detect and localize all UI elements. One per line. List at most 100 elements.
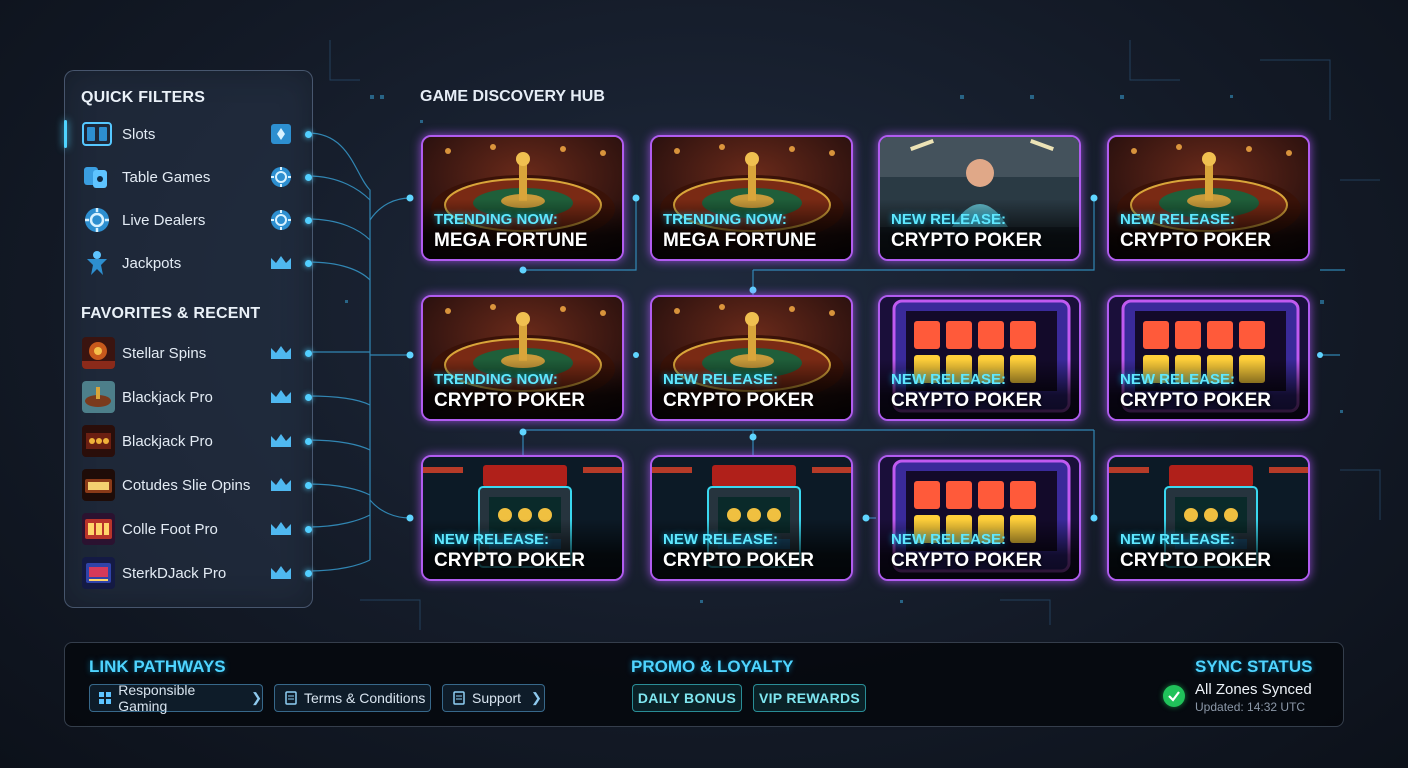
- crown-icon: [269, 517, 293, 541]
- favorite-label: Colle Foot Pro: [122, 520, 218, 538]
- card-suit-icon: [269, 122, 293, 146]
- filter-item-jackpots[interactable]: Jackpots: [65, 245, 313, 281]
- card-tag: NEW RELEASE:: [891, 211, 1007, 228]
- filter-label: Slots: [122, 125, 156, 143]
- sync-updated-text: Updated: 14:32 UTC: [1195, 700, 1306, 714]
- game-card[interactable]: NEW RELEASE: CRYPTO POKER: [1107, 135, 1310, 261]
- connector-dot: [305, 526, 312, 533]
- slot-thumbnail: [82, 513, 115, 545]
- card-tag: NEW RELEASE:: [891, 371, 1007, 388]
- connector-dot: [305, 217, 312, 224]
- card-tag: NEW RELEASE:: [434, 531, 550, 548]
- hub-title: GAME DISCOVERY HUB: [420, 88, 605, 105]
- game-card[interactable]: NEW RELEASE: CRYPTO POKER: [1107, 455, 1310, 581]
- game-card[interactable]: TRENDING NOW: MEGA FORTUNE: [650, 135, 853, 261]
- favorite-item[interactable]: Stellar Spins: [65, 335, 313, 371]
- game-card[interactable]: NEW RELEASE: CRYPTO POKER: [421, 455, 624, 581]
- live-dealer-chip-icon: [82, 206, 112, 234]
- card-game-name: CRYPTO POKER: [1120, 230, 1271, 251]
- card-tag: NEW RELEASE:: [1120, 371, 1236, 388]
- connector-dot: [305, 350, 312, 357]
- link-label: Support: [472, 690, 522, 706]
- chevron-right-icon: ❯: [531, 690, 542, 705]
- sidebar-panel: QUICK FILTERS Slots Table Games Live Dea…: [64, 70, 313, 608]
- filter-item-slots[interactable]: Slots: [64, 116, 313, 152]
- game-card[interactable]: NEW RELEASE: CRYPTO POKER: [878, 135, 1081, 261]
- connector-dot: [305, 438, 312, 445]
- jackpot-figure-icon: [82, 249, 112, 277]
- grid-icon: [99, 691, 112, 705]
- card-tag: NEW RELEASE:: [663, 371, 779, 388]
- game-card[interactable]: NEW RELEASE: CRYPTO POKER: [878, 295, 1081, 421]
- link-label: Terms & Conditions: [304, 690, 426, 706]
- filter-item-live-dealers[interactable]: Live Dealers: [65, 202, 313, 238]
- card-game-name: CRYPTO POKER: [1120, 550, 1271, 571]
- vip-rewards-button[interactable]: VIP REWARDS: [753, 684, 866, 712]
- game-card[interactable]: NEW RELEASE: CRYPTO POKER: [1107, 295, 1310, 421]
- poker-chip-icon: [269, 165, 293, 189]
- game-card[interactable]: NEW RELEASE: CRYPTO POKER: [650, 295, 853, 421]
- crown-icon: [269, 385, 293, 409]
- favorite-label: SterkDJack Pro: [122, 564, 227, 582]
- card-tag: NEW RELEASE:: [663, 531, 779, 548]
- favorite-item[interactable]: Colle Foot Pro: [65, 511, 313, 547]
- link-pathways-heading: LINK PATHWAYS: [89, 657, 226, 676]
- crown-icon: [269, 561, 293, 585]
- card-game-name: CRYPTO POKER: [891, 230, 1042, 251]
- filter-label: Live Dealers: [122, 211, 206, 229]
- favorite-item[interactable]: SterkDJack Pro: [65, 555, 313, 591]
- card-game-name: MEGA FORTUNE: [663, 230, 817, 251]
- favorite-item[interactable]: Blackjack Pro: [65, 379, 313, 415]
- sync-status-heading: SYNC STATUS: [1195, 657, 1313, 676]
- slot-thumbnail: [82, 469, 115, 501]
- connector-dot: [305, 260, 312, 267]
- connector-dot: [305, 482, 312, 489]
- crown-icon: [269, 251, 293, 275]
- filter-item-table-games[interactable]: Table Games: [65, 159, 313, 195]
- card-tag: TRENDING NOW:: [663, 211, 787, 228]
- favorite-label: Cotudes Slie Opins: [122, 476, 251, 494]
- favorite-item[interactable]: Cotudes Slie Opins: [65, 467, 313, 503]
- slot-thumbnail: [82, 557, 115, 589]
- slot-thumbnail: [82, 425, 115, 457]
- favorite-label: Blackjack Pro: [122, 432, 213, 450]
- game-card[interactable]: TRENDING NOW: CRYPTO POKER: [421, 295, 624, 421]
- support-doc-icon: [452, 691, 466, 705]
- game-card[interactable]: NEW RELEASE: CRYPTO POKER: [650, 455, 853, 581]
- card-tag: NEW RELEASE:: [1120, 211, 1236, 228]
- roulette-thumbnail: [82, 381, 115, 413]
- crown-icon: [269, 473, 293, 497]
- card-game-name: CRYPTO POKER: [663, 390, 814, 411]
- crown-icon: [269, 341, 293, 365]
- check-circle-icon: [1163, 685, 1185, 707]
- card-tag: TRENDING NOW:: [434, 371, 558, 388]
- favorite-item[interactable]: Blackjack Pro: [65, 423, 313, 459]
- daily-bonus-button[interactable]: DAILY BONUS: [632, 684, 742, 712]
- favorite-label: Stellar Spins: [122, 344, 207, 362]
- sync-status-text: All Zones Synced: [1195, 681, 1312, 698]
- table-games-icon: [82, 163, 112, 191]
- game-card[interactable]: TRENDING NOW: MEGA FORTUNE: [421, 135, 624, 261]
- card-game-name: MEGA FORTUNE: [434, 230, 588, 251]
- filter-label: Table Games: [122, 168, 211, 186]
- responsible-gaming-link[interactable]: Responsible Gaming ❯: [89, 682, 263, 714]
- favorites-heading: FAVORITES & RECENT: [81, 305, 261, 322]
- promo-loyalty-heading: PROMO & LOYALTY: [631, 657, 794, 676]
- favorite-label: Blackjack Pro: [122, 388, 213, 406]
- crown-icon: [269, 429, 293, 453]
- card-tag: NEW RELEASE:: [891, 531, 1007, 548]
- connector-dot: [305, 131, 312, 138]
- footer-bar: LINK PATHWAYS Responsible Gaming ❯ Terms…: [64, 642, 1344, 727]
- connector-dot: [305, 394, 312, 401]
- terms-conditions-link[interactable]: Terms & Conditions: [274, 684, 431, 712]
- card-game-name: CRYPTO POKER: [434, 550, 585, 571]
- card-game-name: CRYPTO POKER: [891, 550, 1042, 571]
- quick-filters-heading: QUICK FILTERS: [81, 89, 206, 106]
- connector-dot: [305, 174, 312, 181]
- poker-chip-icon: [269, 208, 293, 232]
- support-link[interactable]: Support ❯: [442, 684, 545, 712]
- game-card[interactable]: NEW RELEASE: CRYPTO POKER: [878, 455, 1081, 581]
- card-game-name: CRYPTO POKER: [434, 390, 585, 411]
- slot-thumbnail: [82, 337, 115, 369]
- link-label: Responsible Gaming: [118, 682, 196, 714]
